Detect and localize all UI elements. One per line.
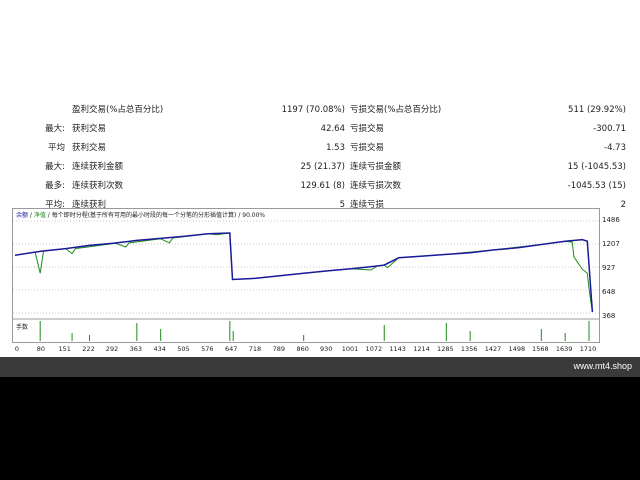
stat-label: 盈利交易(%占总百分比) — [72, 105, 164, 115]
x-tick-label: 576 — [201, 345, 214, 353]
x-tick-label: 1143 — [389, 345, 406, 353]
x-tick-label: 1498 — [508, 345, 526, 353]
grid-layer — [13, 220, 599, 314]
chart-legend: 余额 / 净值 / 每个即时分程(基于所有可用的最小时段的每一个分笔的分形插值计… — [16, 210, 265, 219]
balance-chart: 余额 / 净值 / 每个即时分程(基于所有可用的最小时段的每一个分笔的分形插值计… — [12, 208, 600, 343]
x-tick-label: 1001 — [341, 345, 359, 353]
stat-value: 1197 (70.08%) — [281, 105, 345, 115]
stats-row: 最多: 连续获利次数 129.61 (8) 连续亏损次数 -1045.53 (1… — [0, 177, 640, 196]
x-tick-label: 1072 — [365, 345, 383, 353]
volume-label: 手数 — [16, 324, 29, 331]
y-tick-label: 1207 — [602, 240, 620, 248]
x-tick-label: 789 — [272, 345, 286, 353]
stats-row: 最大: 获利交易 42.64 亏损交易 -300.71 — [0, 120, 640, 139]
volume-layer — [39, 321, 590, 341]
stat-value: 2 — [620, 200, 626, 210]
stat-value: -300.71 — [593, 124, 626, 134]
row-prefix: 最大: — [45, 162, 65, 172]
stat-value: 25 (21.37) — [300, 162, 345, 172]
stat-label: 亏损交易(%占总百分比) — [350, 105, 442, 115]
x-tick-label: 718 — [248, 345, 262, 353]
row-prefix: 平均 — [47, 143, 65, 153]
x-tick-label: 930 — [319, 345, 333, 353]
stat-value: 15 (-1045.53) — [567, 162, 626, 172]
x-tick-label: 1214 — [413, 345, 430, 353]
y-tick-label: 927 — [602, 264, 616, 272]
strategy-report: 盈利交易(%占总百分比) 1197 (70.08%) 亏损交易(%占总百分比) … — [0, 0, 640, 377]
stat-value: 42.64 — [320, 124, 345, 134]
x-tick-label: 1427 — [484, 345, 502, 353]
stat-value: 129.61 (8) — [300, 181, 345, 191]
x-tick-label: 292 — [105, 345, 119, 353]
balance-line — [14, 232, 594, 313]
x-tick-label: 1568 — [532, 345, 549, 353]
legend-model: 每个即时分程(基于所有可用的最小时段的每一个分笔的分形插值计算) — [51, 212, 237, 219]
row-prefix: 最多: — [45, 181, 65, 191]
x-tick-label: 1356 — [460, 345, 478, 353]
x-tick-label: 505 — [177, 345, 190, 353]
stats-table: 盈利交易(%占总百分比) 1197 (70.08%) 亏损交易(%占总百分比) … — [0, 101, 640, 215]
x-tick-label: 647 — [224, 345, 238, 353]
y-tick-label: 648 — [602, 288, 616, 296]
legend-quality: 90.00% — [242, 212, 266, 219]
stat-label: 获利交易 — [72, 124, 107, 134]
stat-value: -4.73 — [604, 143, 626, 153]
stat-label: 亏损交易 — [350, 143, 385, 153]
stat-label: 连续亏损金额 — [350, 162, 402, 172]
x-tick-label: 434 — [153, 345, 166, 353]
x-tick-label: 151 — [58, 345, 71, 353]
y-tick-label: 368 — [602, 312, 616, 320]
legend-equity: 净值 — [33, 212, 46, 219]
footer-bar: www.mt4.shop — [0, 357, 640, 377]
x-tick-label: 860 — [296, 345, 309, 353]
x-tick-label: 363 — [129, 345, 143, 353]
x-tick-label: 1639 — [555, 345, 573, 353]
stat-label: 获利交易 — [72, 143, 107, 153]
x-tick-label: 1710 — [579, 345, 597, 353]
stats-row: 盈利交易(%占总百分比) 1197 (70.08%) 亏损交易(%占总百分比) … — [0, 101, 640, 120]
stat-label: 连续获利金额 — [72, 162, 124, 172]
stat-label: 亏损交易 — [350, 124, 385, 134]
stats-row: 最大: 连续获利金额 25 (21.37) 连续亏损金额 15 (-1045.5… — [0, 158, 640, 177]
x-tick-label: 0 — [14, 345, 20, 353]
x-tick-label: 222 — [82, 345, 95, 353]
legend-balance: 余额 — [16, 212, 29, 219]
watermark-text: www.mt4.shop — [573, 361, 632, 371]
row-prefix: 最大: — [45, 124, 65, 134]
y-tick-label: 1486 — [602, 216, 620, 224]
stats-row: 平均 获利交易 1.53 亏损交易 -4.73 — [0, 139, 640, 158]
stat-value: 511 (29.92%) — [568, 105, 626, 115]
stat-value: -1045.53 (15) — [567, 181, 626, 191]
x-tick-label: 1285 — [437, 345, 454, 353]
stat-value: 1.53 — [326, 143, 345, 153]
x-tick-label: 80 — [36, 345, 45, 353]
chart-canvas — [13, 220, 599, 341]
stat-label: 连续获利次数 — [72, 181, 124, 191]
stat-label: 连续亏损次数 — [350, 181, 402, 191]
